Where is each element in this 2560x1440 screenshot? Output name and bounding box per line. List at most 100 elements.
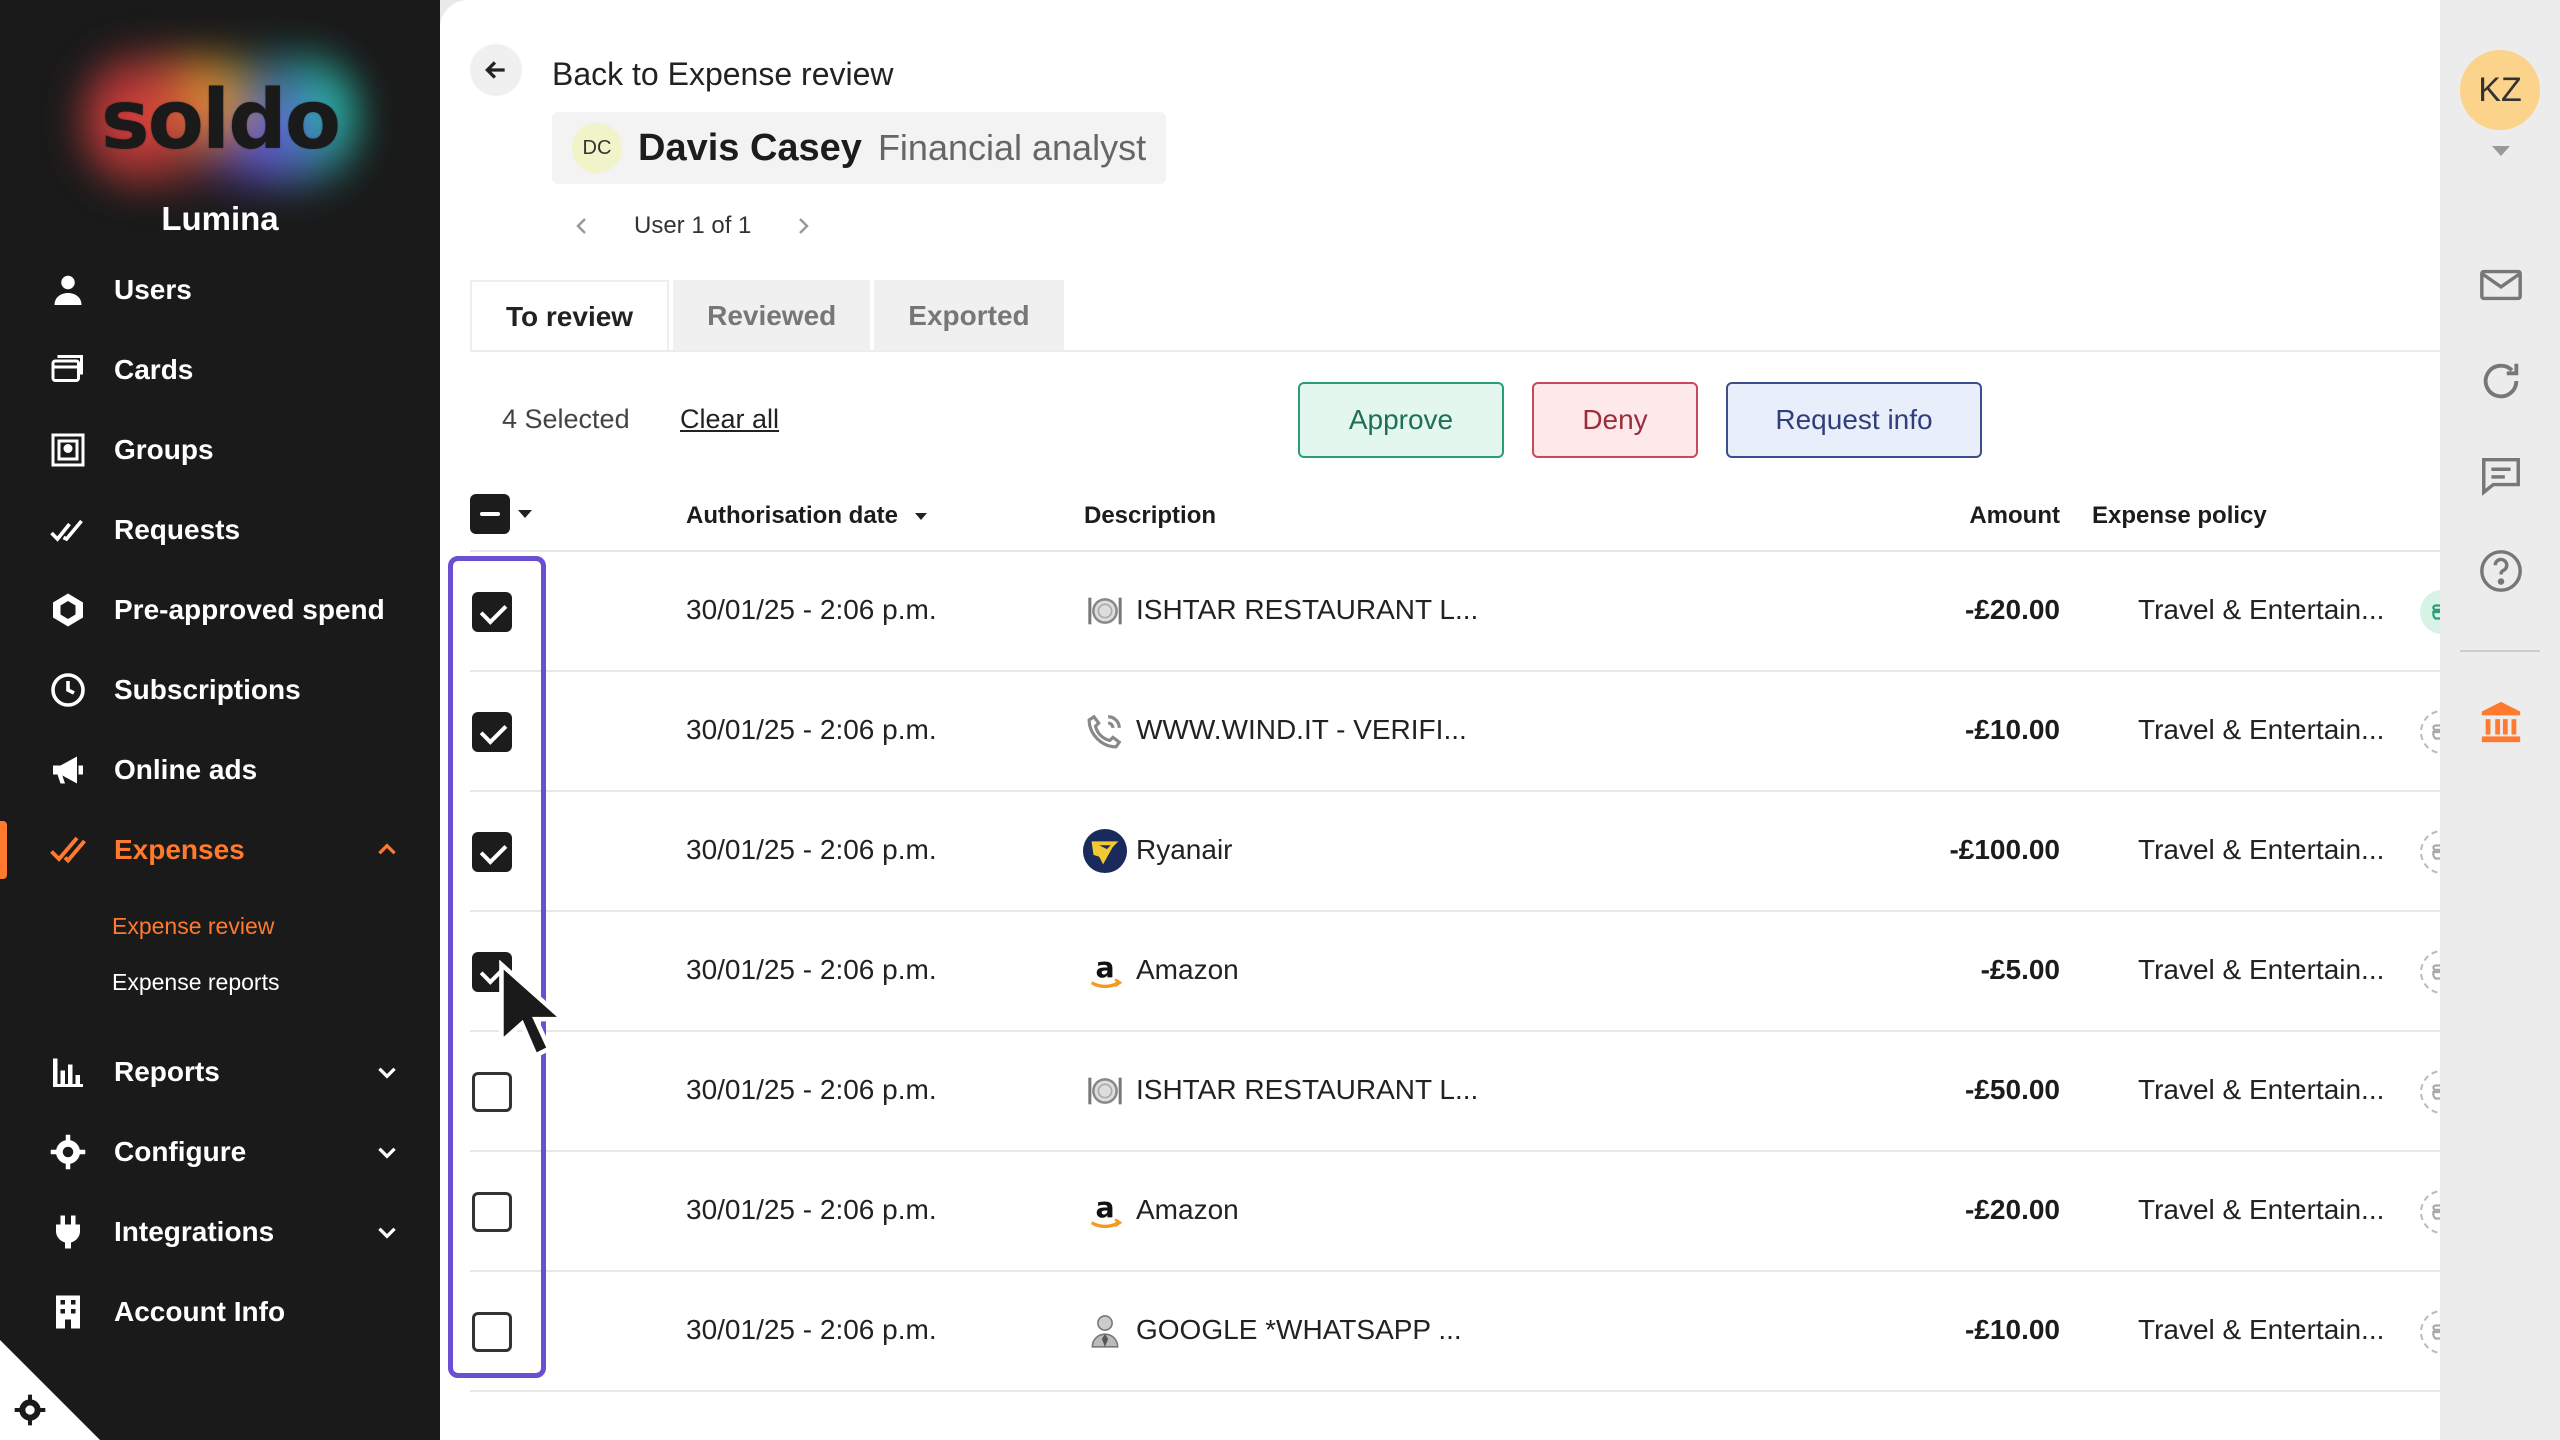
row-description: Ryanair	[1136, 834, 1233, 865]
table-row[interactable]: 30/01/25 - 2:06 p.m. WWW.WIND.IT - VERIFI…	[470, 672, 2440, 792]
receipt-attachment-icon[interactable]	[2420, 830, 2440, 874]
tab-to-review[interactable]: To review	[470, 280, 670, 352]
chevron-up-icon[interactable]	[374, 837, 400, 863]
avatar: DC	[572, 123, 622, 173]
row-expense-type[interactable]: Travel & Entertain...	[2138, 714, 2384, 746]
clear-all-link[interactable]: Clear all	[680, 404, 779, 435]
soldo-logo[interactable]: soldo	[60, 40, 380, 200]
chevron-right-icon[interactable]	[791, 214, 815, 238]
row-expense-type[interactable]: Travel & Entertain...	[2138, 1314, 2384, 1346]
sidebar-subitem-expense-review[interactable]: Expense review	[112, 913, 274, 940]
person-icon	[1082, 1308, 1128, 1354]
bank-icon[interactable]	[2478, 700, 2524, 746]
sort-caret-icon	[914, 513, 927, 521]
chat-icon[interactable]	[2478, 452, 2524, 498]
table-row[interactable]: 30/01/25 - 2:06 p.m. Ryanair -£100.00 Trave…	[470, 792, 2440, 912]
receipt-attachment-icon[interactable]	[2420, 950, 2440, 994]
sidebar-item-label: Subscriptions	[114, 674, 301, 705]
chevron-down-icon[interactable]	[374, 1219, 400, 1245]
clock-icon	[48, 670, 88, 710]
sidebar-item-users[interactable]: Users	[0, 255, 440, 325]
sidebar-item-label: Expenses	[114, 834, 245, 865]
pager-label: User 1 of 1	[634, 212, 752, 239]
row-expense-type[interactable]: Travel & Entertain...	[2138, 1074, 2384, 1106]
row-expense-type[interactable]: Travel & Entertain...	[2138, 834, 2384, 866]
row-amount: -£100.00	[1949, 834, 2060, 865]
table-row[interactable]: 30/01/25 - 2:06 p.m. ISHTAR RESTAURANT L.…	[470, 552, 2440, 672]
chevron-down-icon[interactable]	[374, 1139, 400, 1165]
user-pager: User 1 of 1	[570, 208, 815, 244]
receipt-attachment-icon[interactable]	[2420, 1310, 2440, 1354]
row-expense-type[interactable]: Travel & Entertain...	[2138, 594, 2384, 626]
row-checkbox[interactable]	[472, 1192, 512, 1232]
row-auth-date: 30/01/25 - 2:06 p.m.	[686, 1314, 937, 1345]
table-row[interactable]: 30/01/25 - 2:06 p.m. a Amazon -£5.00 Travel …	[470, 912, 2440, 1032]
sidebar-item-subscriptions[interactable]: Subscriptions	[0, 655, 440, 725]
receipt-attachment-icon[interactable]	[2420, 1070, 2440, 1114]
account-avatar[interactable]: KZ	[2460, 50, 2540, 130]
sidebar-item-integrations[interactable]: Integrations	[0, 1197, 440, 1267]
approve-button[interactable]: Approve	[1298, 382, 1504, 458]
settings-corner[interactable]	[0, 1340, 100, 1440]
row-auth-date: 30/01/25 - 2:06 p.m.	[686, 954, 937, 985]
row-expense-type[interactable]: Travel & Entertain...	[2138, 954, 2384, 986]
arrow-left-icon	[485, 61, 505, 79]
table-row[interactable]: 30/01/25 - 2:06 p.m. a Amazon -£20.00 Travel…	[470, 1152, 2440, 1272]
row-description: Amazon	[1136, 954, 1239, 985]
receipt-attachment-icon[interactable]	[2420, 710, 2440, 754]
sidebar-item-label: Online ads	[114, 754, 258, 785]
back-link[interactable]: Back to Expense review	[552, 56, 894, 93]
sidebar-item-account-info[interactable]: Account Info	[0, 1277, 440, 1347]
gear-icon	[14, 1394, 46, 1426]
main-panel: Back to Expense review DC Davis Casey Fi…	[440, 0, 2440, 1440]
sidebar-item-requests[interactable]: Requests	[0, 495, 440, 565]
sidebar: soldo Lumina Users Cards Groups Requests…	[0, 0, 440, 1440]
row-auth-date: 30/01/25 - 2:06 p.m.	[686, 1194, 937, 1225]
help-icon[interactable]	[2478, 548, 2524, 594]
receipt-attachment-icon[interactable]	[2420, 1190, 2440, 1234]
user-role: Financial analyst	[877, 127, 1147, 168]
sidebar-item-configure[interactable]: Configure	[0, 1117, 440, 1187]
select-all-checkbox[interactable]	[470, 494, 510, 534]
sidebar-item-pre-approved-spend[interactable]: Pre-approved spend	[0, 575, 440, 645]
account-caret-icon[interactable]	[2492, 146, 2510, 156]
select-menu-caret-icon[interactable]	[518, 510, 532, 518]
sidebar-item-reports[interactable]: Reports	[0, 1037, 440, 1107]
svg-text:a: a	[1095, 952, 1114, 985]
row-checkbox[interactable]	[472, 712, 512, 752]
cards-icon	[48, 350, 88, 390]
plug-icon	[48, 1212, 88, 1252]
sidebar-item-groups[interactable]: Groups	[0, 415, 440, 485]
row-description: WWW.WIND.IT - VERIFI...	[1136, 714, 1467, 745]
tab-reviewed[interactable]: Reviewed	[673, 280, 871, 352]
row-checkbox[interactable]	[472, 1072, 512, 1112]
row-expense-type[interactable]: Travel & Entertain...	[2138, 1194, 2384, 1226]
tab-exported[interactable]: Exported	[874, 280, 1064, 352]
tab-divider	[470, 350, 2440, 352]
receipt-attachment-icon[interactable]	[2420, 590, 2440, 634]
row-description: ISHTAR RESTAURANT L...	[1136, 594, 1479, 625]
row-checkbox[interactable]	[472, 592, 512, 632]
table-row[interactable]: 30/01/25 - 2:06 p.m. GOOGLE *WHATSAPP ...…	[470, 1272, 2440, 1392]
mail-icon[interactable]	[2478, 262, 2524, 308]
sidebar-item-expenses[interactable]: Expenses	[0, 815, 440, 885]
request-info-button[interactable]: Request info	[1726, 382, 1982, 458]
back-button[interactable]	[470, 44, 522, 96]
chevron-down-icon[interactable]	[374, 1059, 400, 1085]
sidebar-subitem-expense-reports[interactable]: Expense reports	[112, 969, 279, 996]
row-checkbox[interactable]	[472, 832, 512, 872]
deny-button[interactable]: Deny	[1532, 382, 1698, 458]
row-auth-date: 30/01/25 - 2:06 p.m.	[686, 1074, 937, 1105]
column-auth-date[interactable]: Authorisation date	[686, 502, 927, 530]
table-row[interactable]: 30/01/25 - 2:06 p.m. ISHTAR RESTAURANT L.…	[470, 1032, 2440, 1152]
column-expense-policy: Expense policy	[2092, 502, 2267, 529]
chevron-left-icon[interactable]	[570, 214, 594, 238]
refresh-icon[interactable]	[2478, 358, 2524, 404]
sidebar-item-cards[interactable]: Cards	[0, 335, 440, 405]
sidebar-item-label: Users	[114, 274, 192, 305]
row-checkbox[interactable]	[472, 1312, 512, 1352]
gear-icon	[48, 1132, 88, 1172]
row-description: GOOGLE *WHATSAPP ...	[1136, 1314, 1462, 1345]
sidebar-item-online-ads[interactable]: Online ads	[0, 735, 440, 805]
sidebar-item-label: Requests	[114, 514, 241, 545]
